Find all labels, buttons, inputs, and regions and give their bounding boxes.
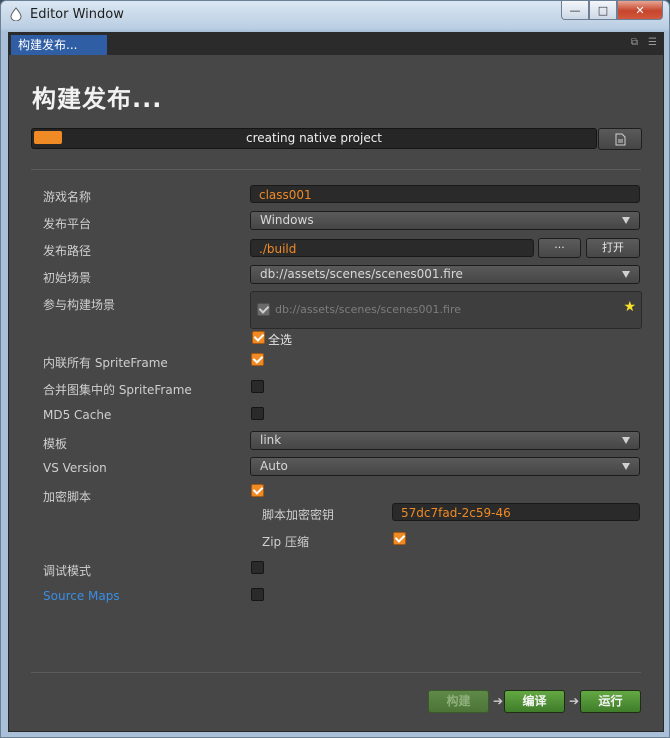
encrypt-script-checkbox[interactable]: [251, 484, 264, 497]
encrypt-key-input[interactable]: 57dc7fad-2c59-46: [392, 503, 640, 521]
debug-mode-checkbox[interactable]: [251, 561, 264, 574]
select-all-label: 全选: [268, 333, 293, 347]
scene-path: db://assets/scenes/scenes001.fire: [275, 303, 462, 316]
source-maps-checkbox[interactable]: [251, 588, 264, 601]
platform-select[interactable]: Windows: [250, 211, 640, 230]
zip-label: Zip 压缩: [262, 535, 309, 549]
md5-cache-checkbox[interactable]: [251, 407, 264, 420]
build-progress-bar: creating native project: [31, 128, 597, 149]
app-drop-icon: [10, 7, 22, 21]
encrypt-script-label: 加密脚本: [43, 490, 92, 504]
template-value: link: [260, 433, 282, 447]
debug-mode-label: 调试模式: [43, 564, 92, 578]
open-folder-button[interactable]: 打开: [586, 238, 640, 258]
template-label: 模板: [43, 437, 68, 451]
window-title: Editor Window: [30, 7, 124, 22]
scene-list: db://assets/scenes/scenes001.fire ★: [250, 291, 642, 329]
close-button[interactable]: ✕: [617, 1, 663, 20]
platform-label: 发布平台: [43, 217, 92, 231]
document-icon: [615, 133, 625, 145]
page-title: 构建发布...: [32, 85, 163, 113]
start-scene-label: 初始场景: [43, 271, 92, 285]
compile-button[interactable]: 编译: [504, 690, 565, 713]
game-name-label: 游戏名称: [43, 190, 92, 204]
select-all-checkbox[interactable]: [252, 331, 265, 344]
dropdown-arrow-icon: [622, 217, 630, 224]
template-select[interactable]: link: [250, 431, 640, 450]
minimize-button[interactable]: —: [561, 1, 589, 20]
vs-version-value: Auto: [260, 459, 288, 473]
platform-value: Windows: [260, 213, 314, 227]
divider: [31, 672, 641, 673]
open-log-button[interactable]: [598, 128, 642, 150]
build-path-input[interactable]: ./build: [250, 239, 534, 257]
build-panel: 构建发布... ⧉ ☰ 构建发布... creating native proj…: [8, 32, 664, 732]
arrow-right-icon: ➔: [569, 694, 580, 708]
inline-spriteframe-label: 内联所有 SpriteFrame: [43, 356, 168, 370]
title-bar[interactable]: Editor Window — □ ✕: [1, 1, 669, 29]
merge-spriteframe-checkbox[interactable]: [251, 380, 264, 393]
inline-spriteframe-checkbox[interactable]: [251, 353, 264, 366]
scene-checkbox[interactable]: [257, 303, 270, 316]
browse-button[interactable]: ···: [538, 238, 581, 258]
vs-version-select[interactable]: Auto: [250, 457, 640, 476]
zip-checkbox[interactable]: [393, 532, 406, 545]
start-scene-select[interactable]: db://assets/scenes/scenes001.fire: [250, 265, 640, 284]
divider: [31, 169, 641, 170]
tab-build[interactable]: 构建发布...: [11, 35, 107, 55]
run-button[interactable]: 运行: [580, 690, 641, 713]
popout-icon[interactable]: ⧉: [631, 37, 638, 48]
progress-status-text: creating native project: [245, 131, 383, 145]
vs-version-label: VS Version: [43, 461, 107, 475]
star-icon[interactable]: ★: [623, 300, 636, 314]
dropdown-arrow-icon: [622, 437, 630, 444]
start-scene-value: db://assets/scenes/scenes001.fire: [260, 267, 463, 281]
merge-spriteframe-label: 合并图集中的 SpriteFrame: [43, 383, 192, 397]
build-path-label: 发布路径: [43, 244, 92, 258]
tab-bar: 构建发布... ⧉ ☰: [9, 33, 663, 55]
arrow-right-icon: ➔: [493, 694, 504, 708]
game-name-input[interactable]: class001: [250, 185, 640, 203]
editor-window: Editor Window — □ ✕ 构建发布... ⧉ ☰ 构建发布... …: [0, 0, 670, 738]
dropdown-arrow-icon: [622, 271, 630, 278]
dropdown-arrow-icon: [622, 463, 630, 470]
maximize-button[interactable]: □: [589, 1, 617, 20]
encrypt-key-label: 脚本加密密钥: [262, 508, 335, 522]
source-maps-link[interactable]: Source Maps: [43, 589, 120, 603]
scenes-label: 参与构建场景: [43, 298, 116, 312]
menu-icon[interactable]: ☰: [648, 37, 657, 48]
build-button[interactable]: 构建: [428, 690, 489, 713]
md5-cache-label: MD5 Cache: [43, 408, 112, 422]
